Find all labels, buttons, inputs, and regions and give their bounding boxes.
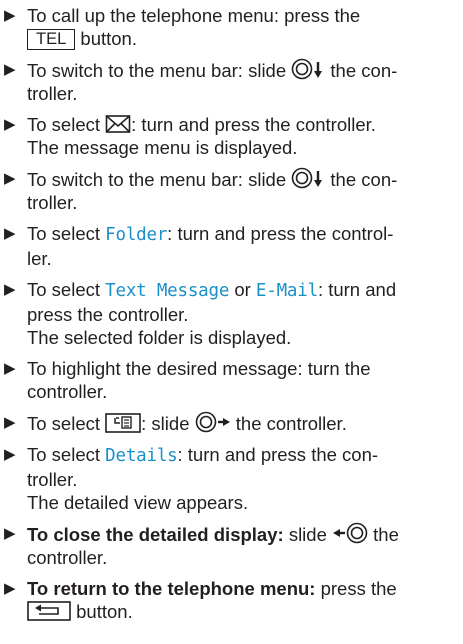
- step-result: The detailed view appears.: [27, 492, 249, 513]
- step-result: The message menu is displayed.: [27, 137, 298, 158]
- envelope-icon: [105, 114, 131, 134]
- step-text: : turn and: [317, 279, 397, 300]
- bullet-icon: ▶: [4, 116, 16, 133]
- menu-item-folder: Folder: [105, 225, 168, 245]
- step-text: troller.: [27, 83, 78, 104]
- step-select-message: ▶ To select : turn and press the control…: [0, 113, 463, 159]
- bullet-icon: ▶: [4, 170, 16, 187]
- step-call-telephone-menu: ▶ To call up the telephone menu: press t…: [0, 4, 463, 50]
- step-text: : turn and press the control-: [167, 223, 394, 244]
- step-text: To select: [27, 114, 101, 135]
- step-close-detailed-display: ▶ To close the detailed display: slide t…: [0, 522, 463, 569]
- step-text: the con-: [330, 60, 398, 81]
- step-result: The selected folder is displayed.: [27, 327, 292, 348]
- instruction-list: ▶ To call up the telephone menu: press t…: [0, 0, 463, 631]
- step-select-options: ▶ To select : slide the controller.: [0, 411, 463, 435]
- step-highlight-message: ▶ To highlight the desired message: turn…: [0, 357, 463, 403]
- step-text: the controller.: [235, 413, 347, 434]
- step-text: : turn and press the con-: [177, 444, 379, 465]
- step-text: To select: [27, 223, 101, 244]
- bullet-icon: ▶: [4, 281, 16, 298]
- step-select-details: ▶ To select Details: turn and press the …: [0, 443, 463, 514]
- step-text: the con-: [330, 169, 398, 190]
- controller-slide-left-icon: [332, 522, 368, 544]
- step-text: controller.: [27, 547, 108, 568]
- bullet-icon: ▶: [4, 414, 16, 431]
- step-select-folder-type: ▶ To select Text Message or E-Mail: turn…: [0, 278, 463, 349]
- bullet-icon: ▶: [4, 525, 16, 542]
- menu-list-key-icon: [105, 413, 141, 433]
- step-text: : turn and press the controller.: [131, 114, 376, 135]
- step-text: To select: [27, 413, 101, 434]
- step-text: slide: [288, 524, 327, 545]
- step-text: To switch to the menu bar: slide: [27, 169, 287, 190]
- step-return-telephone-menu: ▶ To return to the telephone menu: press…: [0, 577, 463, 623]
- step-text: press the: [320, 578, 397, 599]
- step-text: button.: [76, 601, 133, 622]
- step-text: press the controller.: [27, 304, 189, 325]
- bullet-icon: ▶: [4, 360, 16, 377]
- step-text: : slide: [141, 413, 190, 434]
- step-heading: To close the detailed display:: [27, 524, 284, 545]
- step-text: To call up the telephone menu: press the: [27, 5, 361, 26]
- controller-slide-down-icon: [291, 167, 325, 189]
- step-select-folder: ▶ To select Folder: turn and press the c…: [0, 222, 463, 270]
- step-text: controller.: [27, 381, 108, 402]
- bullet-icon: ▶: [4, 446, 16, 463]
- back-key-icon: [27, 601, 71, 621]
- step-text: To switch to the menu bar: slide: [27, 60, 287, 81]
- menu-item-text-message: Text Message: [105, 281, 230, 301]
- step-text: or: [234, 279, 251, 300]
- tel-key-icon: TEL: [27, 29, 76, 50]
- step-heading: To return to the telephone menu:: [27, 578, 316, 599]
- step-text: troller.: [27, 469, 78, 490]
- controller-slide-right-icon: [195, 411, 231, 433]
- bullet-icon: ▶: [4, 7, 16, 24]
- step-text: troller.: [27, 192, 78, 213]
- step-text: To select: [27, 279, 101, 300]
- step-switch-menu-bar: ▶ To switch to the menu bar: slide the c…: [0, 58, 463, 105]
- bullet-icon: ▶: [4, 580, 16, 597]
- menu-item-details: Details: [105, 446, 178, 466]
- controller-slide-down-icon: [291, 58, 325, 80]
- step-text: button.: [80, 28, 137, 49]
- step-text: the: [373, 524, 399, 545]
- step-switch-menu-bar: ▶ To switch to the menu bar: slide the c…: [0, 167, 463, 214]
- step-text: ler.: [27, 248, 52, 269]
- bullet-icon: ▶: [4, 225, 16, 242]
- menu-item-email: E-Mail: [255, 281, 318, 301]
- bullet-icon: ▶: [4, 61, 16, 78]
- step-text: To highlight the desired message: turn t…: [27, 358, 371, 379]
- step-text: To select: [27, 444, 101, 465]
